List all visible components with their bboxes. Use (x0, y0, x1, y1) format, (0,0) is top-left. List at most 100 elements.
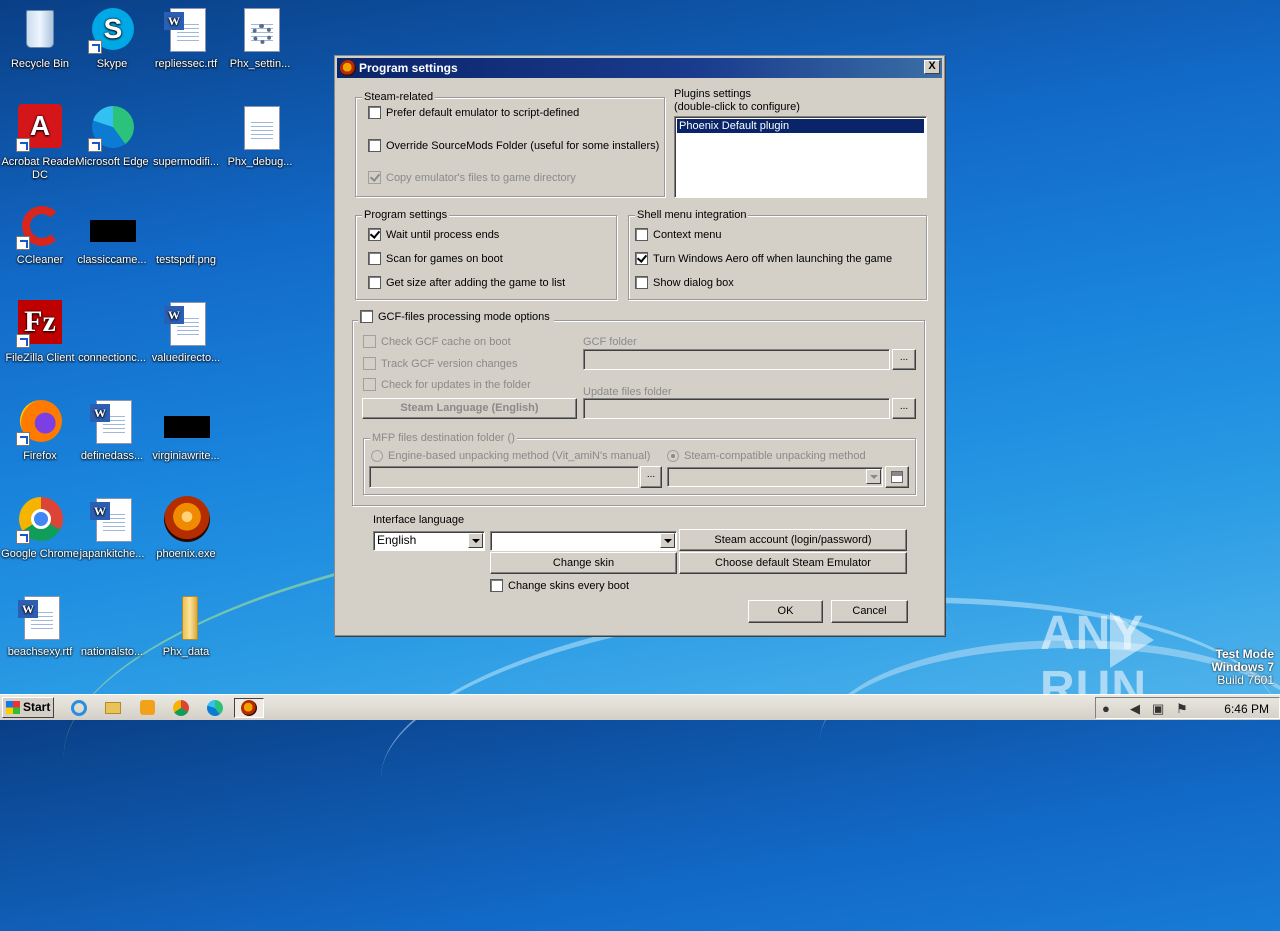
program-settings-legend: Program settings (362, 209, 450, 221)
blank-file-icon (162, 104, 210, 152)
desktop-icon-recycle-bin[interactable]: Recycle Bin (0, 6, 80, 71)
ok-button[interactable]: OK (748, 600, 823, 623)
word-document-icon: W (16, 594, 64, 642)
desktop-icon-definedass[interactable]: W definedass... (72, 398, 152, 463)
firefox-icon (16, 398, 64, 446)
checkbox-box[interactable] (368, 252, 381, 265)
gcf-mode-checkbox[interactable]: GCF-files processing mode options (358, 310, 554, 323)
volume-icon[interactable]: ◀ (1130, 701, 1140, 717)
prefer-default-checkbox[interactable]: Prefer default emulator to script-define… (368, 106, 579, 119)
change-skin-button[interactable]: Change skin (490, 552, 677, 574)
edge-icon[interactable] (204, 698, 226, 718)
phoenix-icon[interactable] (234, 698, 264, 718)
media-player-icon[interactable] (136, 698, 158, 718)
desktop-icon-valuedirecto[interactable]: W valuedirecto... (146, 300, 226, 365)
desktop-icon-phoenix[interactable]: phoenix.exe (146, 496, 226, 561)
chevron-down-icon[interactable] (468, 533, 483, 548)
chevron-down-icon[interactable] (660, 533, 675, 548)
checkbox-box (363, 378, 376, 391)
checkbox-box[interactable] (368, 106, 381, 119)
interface-language-select[interactable]: English (373, 531, 485, 551)
desktop-icon-skype[interactable]: S Skype (72, 6, 152, 71)
steam-language-button[interactable]: Steam Language (English) (362, 398, 577, 419)
clock[interactable]: 6:46 PM (1224, 702, 1269, 716)
phoenix-icon (162, 496, 210, 544)
dialog-title: Program settings (359, 61, 458, 75)
desktop-icon-edge[interactable]: Microsoft Edge (72, 104, 152, 169)
chrome-icon[interactable] (170, 698, 192, 718)
program-settings-dialog: Program settings X Steam-related Prefer … (334, 55, 945, 636)
skin-select[interactable] (490, 531, 677, 551)
word-document-icon: W (162, 6, 210, 54)
desktop-icon-filezilla[interactable]: Fz FileZilla Client (0, 300, 80, 365)
desktop-icon-acrobat[interactable]: A Acrobat Reader DC (0, 104, 80, 182)
desktop-icon-classiccame[interactable]: classiccame... (72, 202, 152, 267)
close-button[interactable]: X (924, 60, 940, 74)
scan-boot-checkbox[interactable]: Scan for games on boot (368, 252, 503, 265)
update-folder-browse-button[interactable]: ... (892, 398, 916, 419)
gcf-folder-browse-button[interactable]: ... (892, 349, 916, 370)
desktop-icon-beachsexy[interactable]: W beachsexy.rtf (0, 594, 80, 659)
checkbox-box (368, 171, 381, 184)
desktop-icon-chrome[interactable]: Google Chrome (0, 496, 80, 561)
checkbox-box[interactable] (490, 579, 503, 592)
explorer-icon[interactable] (102, 698, 124, 718)
phoenix-icon (340, 60, 356, 76)
checkbox-box[interactable] (368, 228, 381, 241)
desktop-icon-testspdf[interactable]: testspdf.png (146, 202, 226, 267)
desktop-icon-ccleaner[interactable]: CCleaner (0, 202, 80, 267)
plugins-list[interactable]: Phoenix Default plugin (674, 116, 927, 198)
shell-menu-legend: Shell menu integration (635, 209, 749, 221)
checkbox-box[interactable] (368, 139, 381, 152)
wait-process-checkbox[interactable]: Wait until process ends (368, 228, 499, 241)
desktop-icon-phx-data[interactable]: Phx_data (146, 594, 226, 659)
unpack-method-select[interactable] (667, 467, 883, 487)
dialog-titlebar[interactable]: Program settings X (337, 58, 942, 78)
context-menu-checkbox[interactable]: Context menu (635, 228, 721, 241)
image-file-icon (162, 202, 210, 250)
checkbox-box (363, 335, 376, 348)
aero-off-checkbox[interactable]: Turn Windows Aero off when launching the… (635, 252, 892, 265)
ie-icon[interactable] (68, 698, 90, 718)
checkbox-box[interactable] (635, 276, 648, 289)
radio-button (371, 450, 383, 462)
plugin-item-phoenix-default[interactable]: Phoenix Default plugin (677, 119, 924, 133)
action-center-flag-icon[interactable]: ⚑ (1176, 701, 1188, 717)
steam-related-legend: Steam-related (362, 91, 436, 103)
network-icon[interactable]: ▣ (1152, 701, 1164, 717)
engine-method-radio: Engine-based unpacking method (Vit_amiN'… (371, 450, 650, 462)
get-size-checkbox[interactable]: Get size after adding the game to list (368, 276, 565, 289)
steam-account-button[interactable]: Steam account (login/password) (679, 529, 907, 551)
desktop-icon-connectionc[interactable]: connectionc... (72, 300, 152, 365)
desktop-icon-supermodifi[interactable]: supermodifi... (146, 104, 226, 169)
show-dialog-checkbox[interactable]: Show dialog box (635, 276, 734, 289)
mfp-browse-button[interactable]: ... (640, 466, 662, 488)
desktop-icon-repliessec[interactable]: W repliessec.rtf (146, 6, 226, 71)
desktop-icon-phx-debug[interactable]: Phx_debug... (220, 104, 300, 169)
gcf-folder-field[interactable] (583, 349, 890, 370)
checkbox-box[interactable] (635, 252, 648, 265)
settings-file-icon (236, 6, 284, 54)
text-file-icon (236, 104, 284, 152)
save-button[interactable] (885, 466, 909, 488)
desktop-icon-virginiawrite[interactable]: virginiawrite... (146, 398, 226, 463)
override-sourcemods-checkbox[interactable]: Override SourceMods Folder (useful for s… (368, 139, 659, 152)
desktop-icon-firefox[interactable]: Firefox (0, 398, 80, 463)
choose-emulator-button[interactable]: Choose default Steam Emulator (679, 552, 907, 574)
phoenix-icon[interactable]: ● (1102, 701, 1110, 716)
desktop-icon-nationalsto[interactable]: nationalsto... (72, 594, 152, 659)
update-folder-field[interactable] (583, 398, 890, 419)
ccleaner-icon (16, 202, 64, 250)
checkbox-box[interactable] (368, 276, 381, 289)
checkbox-box[interactable] (360, 310, 373, 323)
desktop-icon-japankitche[interactable]: W japankitche... (72, 496, 152, 561)
desktop-icon-phx-settings[interactable]: Phx_settin... (220, 6, 300, 71)
cancel-button[interactable]: Cancel (831, 600, 908, 623)
start-button[interactable]: Start (2, 697, 54, 718)
change-skins-every-boot-checkbox[interactable]: Change skins every boot (490, 579, 629, 592)
image-file-icon (162, 398, 210, 446)
interface-language-label: Interface language (373, 514, 465, 526)
checkbox-box[interactable] (635, 228, 648, 241)
mfp-folder-field[interactable] (369, 466, 639, 488)
chevron-down-icon[interactable] (866, 469, 881, 484)
